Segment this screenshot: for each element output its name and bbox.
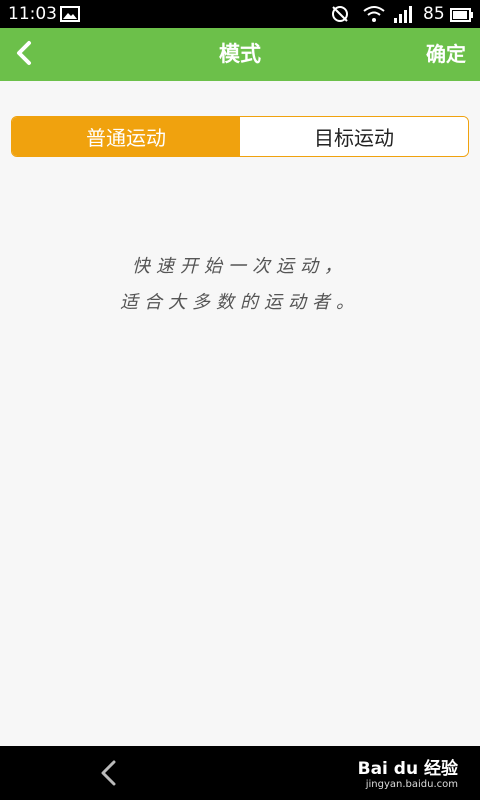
battery-level: 85 (423, 4, 445, 24)
page-title: 模式 (219, 42, 261, 66)
navigation-bar: Bai du 经验 jingyan.baidu.com (0, 746, 480, 800)
mode-description-line1: 快速开始一次运动， (132, 256, 348, 277)
back-button[interactable] (0, 28, 48, 81)
watermark-url: jingyan.baidu.com (365, 779, 458, 790)
battery-icon (450, 7, 474, 27)
chevron-left-icon (15, 40, 33, 70)
mode-description-line2: 适合大多数的运动者。 (120, 292, 360, 313)
header-bar: 模式 确定 (0, 28, 480, 81)
tab-target-exercise[interactable]: 目标运动 (240, 117, 468, 156)
watermark-logo-text: Bai du 经验 (357, 759, 458, 779)
status-bar: 11:03 85 (0, 0, 480, 28)
signal-icon (392, 4, 416, 29)
image-icon (60, 6, 80, 27)
mode-tabs: 普通运动 目标运动 (11, 116, 469, 157)
chevron-left-icon (101, 760, 116, 786)
watermark: Bai du 经验 jingyan.baidu.com (358, 754, 458, 790)
wifi-icon (362, 5, 386, 28)
nav-back-button[interactable] (92, 756, 126, 790)
mute-icon (330, 5, 350, 28)
confirm-button[interactable]: 确定 (426, 28, 466, 81)
tab-normal-exercise[interactable]: 普通运动 (12, 117, 240, 156)
status-time: 11:03 (8, 4, 57, 24)
